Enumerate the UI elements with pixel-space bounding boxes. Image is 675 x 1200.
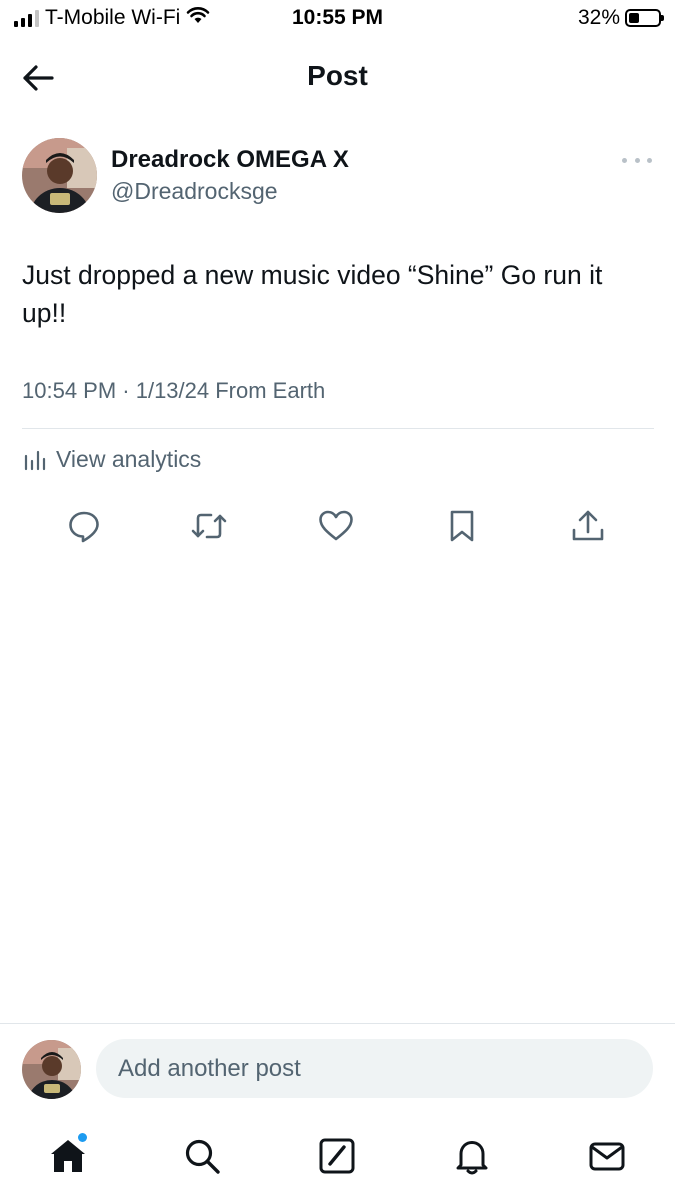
notification-dot bbox=[78, 1133, 87, 1142]
nav-home[interactable] bbox=[46, 1133, 90, 1178]
nav-notifications[interactable] bbox=[450, 1134, 494, 1178]
share-button[interactable] bbox=[568, 506, 608, 546]
like-button[interactable] bbox=[316, 506, 356, 546]
like-icon bbox=[319, 510, 353, 541]
repost-icon bbox=[191, 513, 227, 539]
post-text: Just dropped a new music video “Shine” G… bbox=[22, 260, 603, 328]
more-options-icon[interactable] bbox=[622, 150, 652, 170]
compose-icon bbox=[319, 1138, 355, 1174]
messages-icon bbox=[589, 1142, 625, 1171]
nav-messages[interactable] bbox=[585, 1134, 629, 1178]
bookmark-icon bbox=[450, 510, 474, 542]
author-row: Dreadrock OMEGA X @Dreadrocksge bbox=[22, 138, 654, 218]
repost-button[interactable] bbox=[189, 506, 229, 546]
reply-button[interactable] bbox=[64, 506, 104, 546]
battery-icon bbox=[625, 9, 664, 27]
nav-compose[interactable] bbox=[315, 1134, 359, 1178]
bottom-nav bbox=[0, 1120, 675, 1200]
author-handle[interactable]: @Dreadrocksge bbox=[111, 178, 278, 205]
nav-search[interactable] bbox=[180, 1134, 224, 1178]
status-bar: T-Mobile Wi-Fi 10:55 PM 32% bbox=[0, 0, 675, 38]
battery-group: 32% bbox=[577, 6, 664, 30]
analytics-icon bbox=[24, 450, 46, 470]
home-icon bbox=[51, 1140, 85, 1172]
search-icon bbox=[185, 1139, 220, 1174]
page-title: Post bbox=[307, 60, 368, 91]
analytics-label: View analytics bbox=[56, 446, 202, 472]
top-header: Post bbox=[0, 52, 675, 102]
reply-bar: Add another post bbox=[0, 1023, 675, 1119]
user-avatar[interactable] bbox=[22, 1040, 81, 1099]
status-time: 10:55 PM bbox=[291, 6, 384, 29]
battery-percent: 32% bbox=[577, 6, 620, 29]
notifications-icon bbox=[456, 1141, 488, 1175]
bookmark-button[interactable] bbox=[442, 506, 482, 546]
avatar[interactable] bbox=[22, 138, 97, 213]
author-name[interactable]: Dreadrock OMEGA X bbox=[111, 146, 349, 174]
view-analytics-link[interactable]: View analytics bbox=[22, 446, 201, 473]
share-icon bbox=[572, 510, 604, 541]
post-meta: 10:54 PM · 1/13/24 From Earth bbox=[22, 378, 326, 403]
post: Dreadrock OMEGA X @Dreadrocksge Just dro… bbox=[22, 138, 654, 543]
reply-input[interactable]: Add another post bbox=[96, 1039, 653, 1098]
action-bar bbox=[62, 506, 622, 546]
reply-icon bbox=[69, 511, 99, 543]
divider bbox=[22, 428, 654, 429]
